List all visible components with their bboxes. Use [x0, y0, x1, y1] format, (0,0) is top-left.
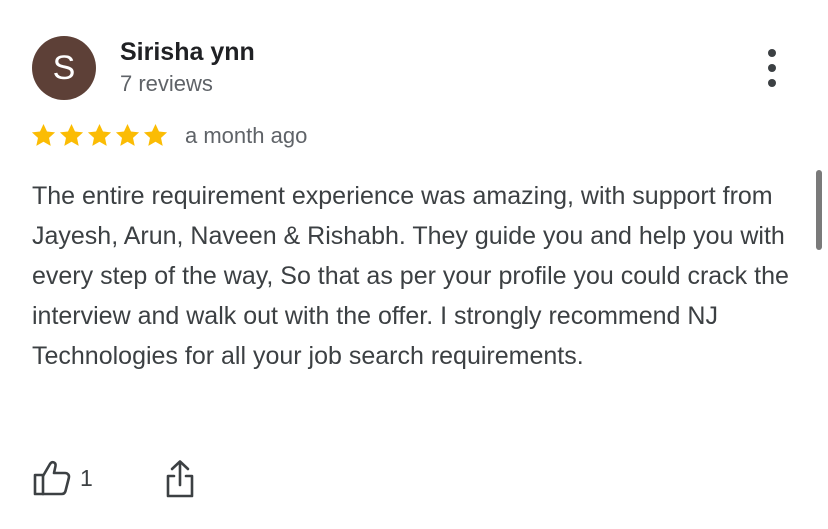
review-text: The entire requirement experience was am… — [32, 182, 789, 370]
scrollbar[interactable] — [816, 170, 822, 250]
like-button[interactable]: 1 — [32, 458, 93, 498]
star-rating — [30, 122, 169, 149]
star-icon — [87, 124, 112, 146]
reviewer-review-count: 7 reviews — [120, 71, 213, 96]
more-vert-icon — [768, 49, 776, 57]
rating-row: a month ago — [30, 122, 307, 149]
star-icon — [143, 124, 168, 146]
avatar[interactable]: S — [32, 36, 96, 100]
avatar-initial: S — [52, 48, 76, 87]
star-icon — [59, 124, 84, 146]
like-count: 1 — [80, 464, 93, 491]
more-options-button[interactable] — [752, 44, 792, 92]
reviewer-name[interactable]: Sirisha ynn — [120, 38, 255, 67]
review-date: a month ago — [185, 122, 308, 148]
thumbs-up-icon — [33, 460, 71, 496]
share-icon — [166, 460, 194, 498]
star-icon — [115, 124, 140, 146]
star-icon — [31, 124, 56, 146]
share-button[interactable] — [160, 458, 200, 500]
